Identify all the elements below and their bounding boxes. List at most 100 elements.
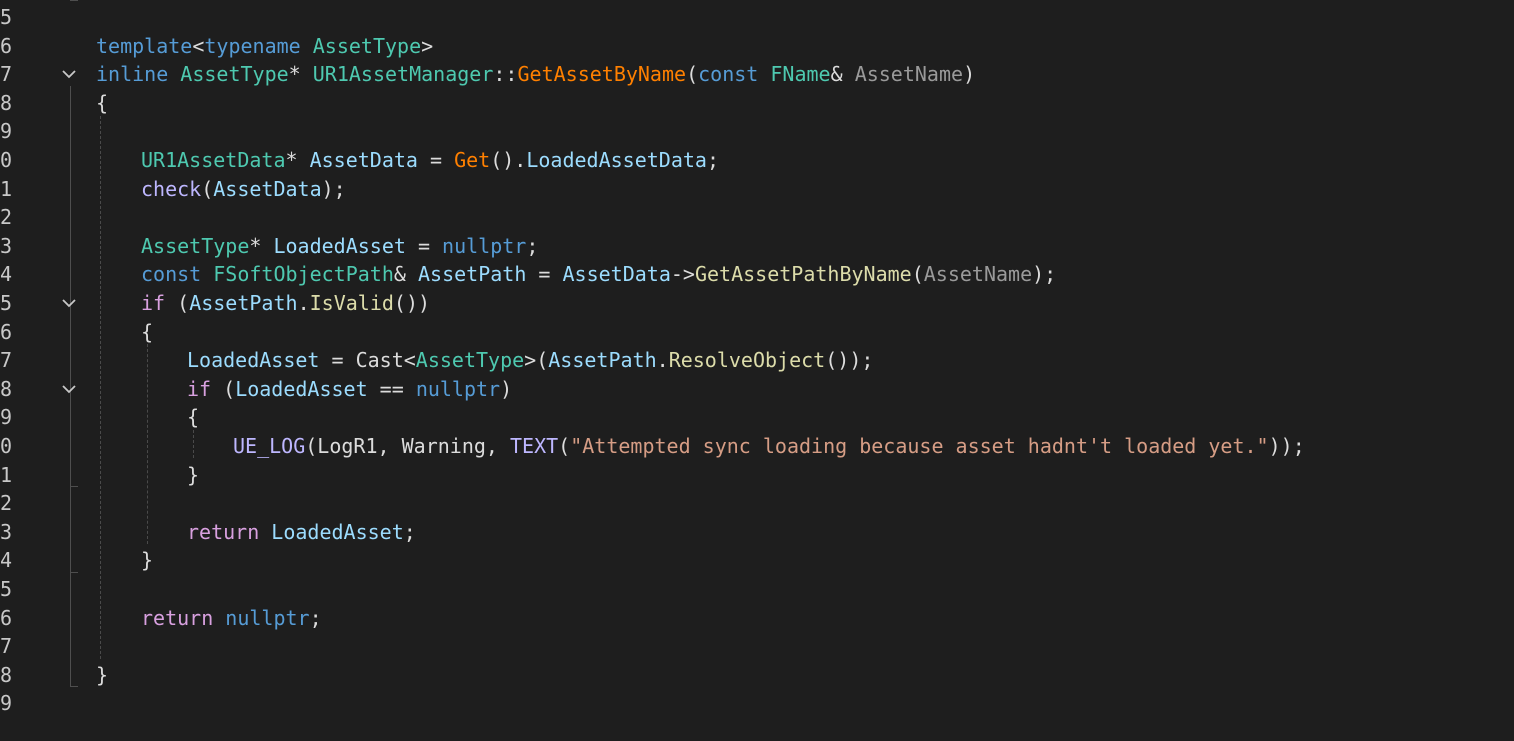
code-token: ); xyxy=(1032,262,1057,287)
code-token: ()); xyxy=(825,348,874,373)
code-token: )); xyxy=(1268,434,1305,458)
code-line[interactable]: 9{ xyxy=(0,403,1514,431)
code-line[interactable]: 8{ xyxy=(0,89,1514,117)
code-token: AssetData xyxy=(213,176,322,201)
code-text: UR1AssetData* AssetData = Get().LoadedAs… xyxy=(141,146,719,174)
code-line[interactable]: 9 xyxy=(0,689,1514,717)
line-number: 2 xyxy=(0,491,12,516)
code-token: LoadedAsset xyxy=(235,376,368,401)
code-line[interactable]: 2 xyxy=(0,489,1514,517)
code-line[interactable]: 1} xyxy=(0,461,1514,489)
code-line[interactable]: 9 xyxy=(0,117,1514,145)
code-line[interactable]: 1 check(AssetData); xyxy=(0,175,1514,203)
line-number: 2 xyxy=(0,205,12,230)
code-line[interactable]: 7 inline AssetType* UR1AssetManager::GetA… xyxy=(0,60,1514,88)
line-number: 8 xyxy=(0,662,12,687)
code-token: == xyxy=(367,376,416,401)
code-token: return xyxy=(187,519,260,544)
line-number: 6 xyxy=(0,319,12,344)
code-token: ( xyxy=(165,291,190,315)
fold-chevron-icon[interactable] xyxy=(61,297,77,309)
code-line[interactable]: 2 xyxy=(0,203,1514,231)
code-token: AssetName xyxy=(923,262,1033,287)
code-token: Warning xyxy=(401,434,486,458)
code-text: } xyxy=(141,546,153,574)
code-line[interactable]: 7 xyxy=(0,632,1514,660)
code-token: AssetType xyxy=(415,348,525,373)
code-token: nullptr xyxy=(415,376,501,401)
code-token: ) xyxy=(500,376,513,401)
line-number: 7 xyxy=(0,348,12,373)
code-line[interactable]: 8 if (LoadedAsset == nullptr) xyxy=(0,375,1514,403)
code-token: ( xyxy=(911,262,924,287)
fold-chevron-icon[interactable] xyxy=(61,383,77,395)
line-number: 9 xyxy=(0,405,12,430)
code-token: FSoftObjectPath xyxy=(213,262,394,287)
line-number: 1 xyxy=(0,462,12,487)
code-token: IsValid xyxy=(309,291,394,315)
line-number: 4 xyxy=(0,548,12,573)
code-line[interactable]: 7 LoadedAsset = Cast<AssetType>(AssetPath… xyxy=(0,346,1514,374)
code-token: LoadedAsset xyxy=(273,233,406,258)
code-token: { xyxy=(141,319,154,344)
line-number: 0 xyxy=(0,148,12,172)
code-line[interactable]: 5 if (AssetPath.IsValid()) xyxy=(0,289,1514,317)
code-token: < xyxy=(403,348,416,373)
code-token: LogR1 xyxy=(317,434,378,458)
code-line[interactable]: 6{ xyxy=(0,318,1514,346)
code-line[interactable]: 0 UR1AssetData* AssetData = Get().LoadedA… xyxy=(0,146,1514,174)
code-token: const xyxy=(698,62,759,87)
code-editor[interactable]: 5 6 template<typename AssetType> 7 inline As… xyxy=(0,0,1514,741)
code-token: :: xyxy=(493,62,518,87)
code-text: } xyxy=(187,461,199,489)
line-number: 0 xyxy=(0,434,12,458)
code-line[interactable]: 4} xyxy=(0,546,1514,574)
code-token: AssetData xyxy=(309,148,418,172)
code-token: LoadedAsset xyxy=(271,519,404,544)
code-token: AssetData xyxy=(562,262,671,287)
code-token: ; xyxy=(309,605,322,630)
code-line[interactable]: 5 xyxy=(0,3,1514,31)
code-token: , xyxy=(377,434,402,458)
code-line[interactable]: 8} xyxy=(0,661,1514,689)
code-token: AssetPath xyxy=(417,262,527,287)
code-text: check(AssetData); xyxy=(141,175,346,203)
code-line[interactable]: 5 xyxy=(0,575,1514,603)
code-token: Cast xyxy=(355,348,404,373)
code-token: { xyxy=(187,405,200,430)
code-line[interactable]: 3 AssetType* LoadedAsset = nullptr; xyxy=(0,232,1514,260)
code-token: AssetType xyxy=(180,62,289,87)
code-token: LoadedAssetData xyxy=(526,148,707,172)
code-token: = xyxy=(417,148,455,172)
line-number: 5 xyxy=(0,577,12,601)
code-token: . xyxy=(297,291,310,315)
code-token: = xyxy=(526,262,563,287)
code-token: } xyxy=(141,548,154,573)
code-token: FName xyxy=(770,62,831,87)
code-text: { xyxy=(96,89,108,117)
line-number: 6 xyxy=(0,605,12,630)
line-number: 5 xyxy=(0,5,12,29)
line-number: 6 xyxy=(0,33,12,58)
code-line[interactable]: 4 const FSoftObjectPath& AssetPath = Asse… xyxy=(0,260,1514,288)
code-line[interactable]: 6 return nullptr; xyxy=(0,604,1514,632)
code-token: ( xyxy=(686,62,699,87)
code-text: return nullptr; xyxy=(141,604,322,632)
code-text: LoadedAsset = Cast<AssetType>(AssetPath.… xyxy=(187,346,873,374)
code-token: GetAssetPathByName xyxy=(694,262,912,287)
code-line[interactable]: 6 template<typename AssetType> xyxy=(0,32,1514,60)
fold-chevron-icon[interactable] xyxy=(61,68,77,80)
code-line[interactable]: 0 UE_LOG(LogR1, Warning, TEXT("Attempted … xyxy=(0,432,1514,460)
code-token: AssetType xyxy=(141,233,250,258)
code-token: ) xyxy=(963,62,976,87)
code-token: , xyxy=(485,434,510,458)
line-number: 1 xyxy=(0,176,12,201)
code-token: & xyxy=(830,62,855,87)
code-token: > xyxy=(421,33,434,58)
code-token: ); xyxy=(321,176,346,201)
code-token: ( xyxy=(211,376,236,401)
code-line[interactable]: 3 return LoadedAsset; xyxy=(0,518,1514,546)
code-token: UR1AssetManager xyxy=(312,62,494,87)
